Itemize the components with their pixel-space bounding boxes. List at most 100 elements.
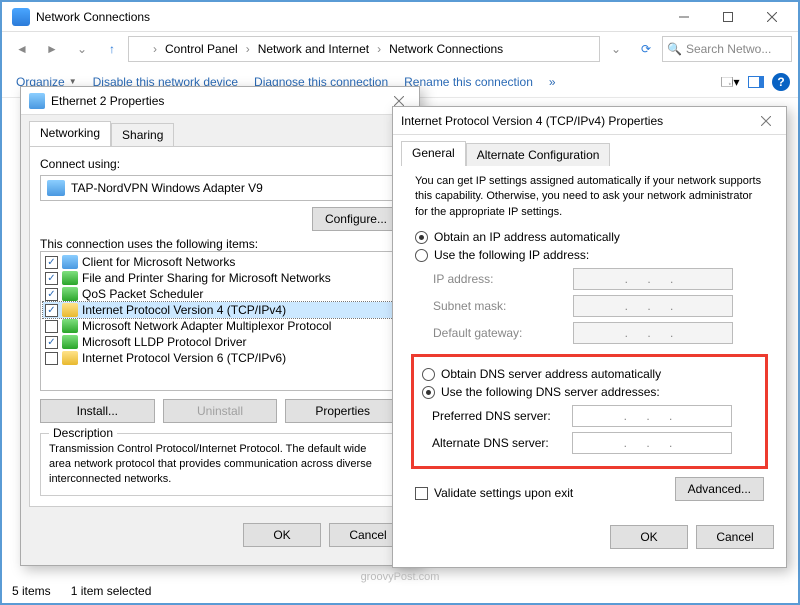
network-items-list[interactable]: ✓Client for Microsoft Networks ✓File and… [40, 251, 400, 391]
status-item-count: 5 items [12, 584, 51, 598]
component-icon [62, 271, 78, 285]
adapter-field[interactable]: TAP-NordVPN Windows Adapter V9 [40, 175, 400, 201]
subnet-mask-label: Subnet mask: [433, 299, 573, 313]
advanced-button[interactable]: Advanced... [675, 477, 764, 501]
items-label: This connection uses the following items… [40, 237, 400, 251]
component-icon [62, 255, 78, 269]
description-text: Transmission Control Protocol/Internet P… [49, 442, 391, 487]
ethernet-dialog-titlebar: Ethernet 2 Properties [21, 87, 419, 115]
ip-address-label: IP address: [433, 272, 573, 286]
ethernet-dialog-title: Ethernet 2 Properties [51, 94, 387, 108]
radio-icon [422, 386, 435, 399]
list-item-selected[interactable]: ✓Internet Protocol Version 4 (TCP/IPv4) [43, 302, 397, 318]
uninstall-button: Uninstall [163, 399, 278, 423]
minimize-button[interactable] [662, 3, 706, 31]
checkbox[interactable]: ✓ [45, 288, 58, 301]
view-menu[interactable]: 🗔▾ [720, 72, 740, 92]
radio-icon [415, 231, 428, 244]
component-icon [62, 303, 78, 317]
recent-button[interactable]: ⌄ [68, 36, 96, 62]
network-icon [12, 8, 30, 26]
ethernet-tabs: Networking Sharing [21, 115, 419, 146]
tab-general[interactable]: General [401, 141, 466, 166]
checkbox[interactable] [45, 320, 58, 333]
up-button[interactable]: ↑ [98, 36, 126, 62]
checkbox[interactable]: ✓ [45, 304, 58, 317]
properties-button[interactable]: Properties [285, 399, 400, 423]
component-icon [62, 287, 78, 301]
obtain-ip-auto-radio[interactable]: Obtain an IP address automatically [415, 230, 764, 244]
checkbox[interactable]: ✓ [45, 336, 58, 349]
subnet-mask-input: . . . [573, 295, 733, 317]
radio-icon [415, 249, 428, 262]
close-button[interactable] [750, 3, 794, 31]
breadcrumb-control-panel[interactable]: Control Panel [161, 40, 242, 58]
alternate-dns-input[interactable]: . . . [572, 432, 732, 454]
component-icon [62, 335, 78, 349]
validate-checkbox[interactable]: Validate settings upon exit [415, 486, 573, 500]
breadcrumb-network-connections[interactable]: Network Connections [385, 40, 507, 58]
obtain-dns-auto-radio[interactable]: Obtain DNS server address automatically [422, 367, 757, 381]
ipv4-dialog-titlebar: Internet Protocol Version 4 (TCP/IPv4) P… [393, 107, 786, 135]
preferred-dns-label: Preferred DNS server: [432, 409, 572, 423]
gateway-input: . . . [573, 322, 733, 344]
window-titlebar: Network Connections [2, 2, 798, 32]
help-button[interactable]: ? [772, 73, 790, 91]
install-button[interactable]: Install... [40, 399, 155, 423]
forward-button[interactable]: ► [38, 36, 66, 62]
breadcrumb-network-internet[interactable]: Network and Internet [254, 40, 373, 58]
checkbox[interactable]: ✓ [45, 256, 58, 269]
refresh-button[interactable]: ⟳ [632, 36, 660, 62]
component-icon [62, 319, 78, 333]
list-item[interactable]: ✓QoS Packet Scheduler [43, 286, 397, 302]
preview-icon [748, 76, 764, 88]
back-button[interactable]: ◄ [8, 36, 36, 62]
ipv4-properties-dialog: Internet Protocol Version 4 (TCP/IPv4) P… [392, 106, 787, 568]
status-selected-count: 1 item selected [71, 584, 152, 598]
use-following-dns-radio[interactable]: Use the following DNS server addresses: [422, 385, 757, 399]
adapter-icon [47, 180, 65, 196]
search-icon: 🔍 [667, 42, 682, 56]
use-following-ip-radio[interactable]: Use the following IP address: [415, 248, 764, 262]
dns-highlight-region: Obtain DNS server address automatically … [411, 354, 768, 469]
component-icon [62, 351, 78, 365]
ipv4-dialog-title: Internet Protocol Version 4 (TCP/IPv4) P… [401, 114, 754, 128]
overflow-button[interactable]: » [543, 71, 562, 93]
list-item[interactable]: ✓Client for Microsoft Networks [43, 254, 397, 270]
tab-sharing[interactable]: Sharing [111, 123, 174, 146]
eth-ok-button[interactable]: OK [243, 523, 321, 547]
chevron-right-icon: › [377, 42, 381, 56]
ipv4-info-text: You can get IP settings assigned automat… [415, 174, 764, 220]
maximize-button[interactable] [706, 3, 750, 31]
chevron-right-icon: › [153, 42, 157, 56]
configure-button[interactable]: Configure... [312, 207, 400, 231]
address-bar: ◄ ► ⌄ ↑ › Control Panel › Network and In… [2, 32, 798, 66]
ipv4-close-button[interactable] [754, 109, 778, 133]
tab-alternate[interactable]: Alternate Configuration [466, 143, 611, 166]
list-item[interactable]: Internet Protocol Version 6 (TCP/IPv6) [43, 350, 397, 366]
list-item[interactable]: ✓Microsoft LLDP Protocol Driver [43, 334, 397, 350]
radio-icon [422, 368, 435, 381]
description-label: Description [49, 426, 117, 440]
checkbox[interactable] [45, 352, 58, 365]
alternate-dns-label: Alternate DNS server: [432, 436, 572, 450]
search-placeholder: Search Netwo... [686, 42, 771, 56]
window-title: Network Connections [36, 10, 662, 24]
breadcrumb[interactable]: › Control Panel › Network and Internet ›… [128, 36, 600, 62]
dropdown-button[interactable]: ⌄ [602, 36, 630, 62]
preferred-dns-input[interactable]: . . . [572, 405, 732, 427]
preview-pane-button[interactable] [746, 72, 766, 92]
search-input[interactable]: 🔍 Search Netwo... [662, 36, 792, 62]
watermark: groovyPost.com [361, 571, 440, 583]
view-icon: 🗔 [720, 76, 733, 88]
adapter-name: TAP-NordVPN Windows Adapter V9 [71, 181, 263, 195]
location-icon [133, 41, 149, 57]
tab-networking[interactable]: Networking [29, 121, 111, 146]
ip-address-input: . . . [573, 268, 733, 290]
ipv4-ok-button[interactable]: OK [610, 525, 688, 549]
list-item[interactable]: Microsoft Network Adapter Multiplexor Pr… [43, 318, 397, 334]
description-group: Description Transmission Control Protoco… [40, 433, 400, 496]
checkbox[interactable]: ✓ [45, 272, 58, 285]
list-item[interactable]: ✓File and Printer Sharing for Microsoft … [43, 270, 397, 286]
ipv4-cancel-button[interactable]: Cancel [696, 525, 774, 549]
